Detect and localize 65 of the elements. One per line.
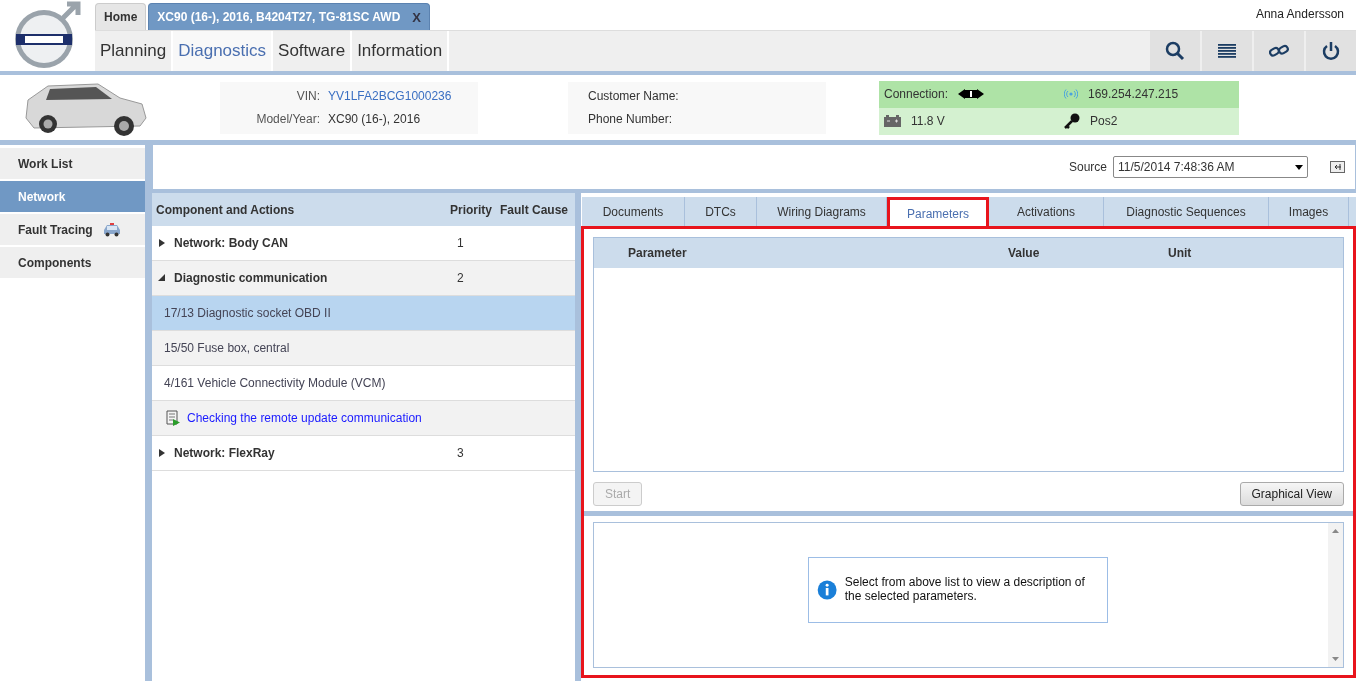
scrollbar[interactable] xyxy=(1328,523,1343,667)
vin-value: YV1LFA2BCG1000236 xyxy=(328,89,453,103)
customer-name-label: Customer Name: xyxy=(588,89,680,103)
info-text: Select from above list to view a description of the selected parameters. xyxy=(844,576,1086,604)
battery-icon xyxy=(884,115,901,127)
model-value: XC90 (16-), 2016 xyxy=(328,112,422,126)
key-icon xyxy=(1064,113,1080,129)
phone-label: Phone Number: xyxy=(588,112,674,126)
menu-button[interactable] xyxy=(1202,31,1252,71)
voltage-text: 11.8 V xyxy=(911,114,945,128)
priority-text: 3 xyxy=(457,446,465,460)
nav-tab[interactable]: Diagnostics xyxy=(173,31,274,71)
priority-text: 1 xyxy=(457,236,465,250)
action-button[interactable]: Graphical View xyxy=(1239,482,1344,506)
ip-address: 169.254.247.215 xyxy=(1088,87,1179,101)
document-tab[interactable]: XC90 (16-), 2016, B4204T27, TG-81SC AWD X xyxy=(148,3,430,30)
column-header: Unit xyxy=(1168,246,1193,260)
user-name: Anna Andersson xyxy=(1255,6,1345,21)
link-button[interactable] xyxy=(1254,31,1304,71)
action-link[interactable]: Checking the remote update communication xyxy=(187,411,422,425)
detail-tab[interactable]: Diagnostic Sequences xyxy=(1104,197,1269,227)
document-icon xyxy=(164,409,181,427)
component-row[interactable]: 15/50 Fuse box, central xyxy=(152,331,575,366)
column-header: Component and Actions xyxy=(156,202,296,217)
vin-label: VIN: xyxy=(295,89,320,103)
detail-tab[interactable]: Parameters xyxy=(887,197,989,227)
priority-text: 2 xyxy=(457,271,465,285)
group-label[interactable]: Network: FlexRay xyxy=(174,446,275,460)
scroll-up-icon[interactable] xyxy=(1332,529,1339,533)
column-header: Priority xyxy=(450,202,493,217)
export-icon[interactable] xyxy=(1330,161,1345,173)
sidebar-item[interactable]: Components xyxy=(0,247,145,278)
source-label: Source xyxy=(1068,160,1107,174)
power-button[interactable] xyxy=(1306,31,1356,71)
connection-label: Connection: xyxy=(884,87,949,101)
search-button[interactable] xyxy=(1150,31,1200,71)
detail-tab[interactable]: Documents xyxy=(582,197,685,227)
ignition-text: Pos2 xyxy=(1090,114,1118,128)
power-icon xyxy=(1322,41,1340,61)
column-header: Value xyxy=(1008,246,1041,260)
document-tab[interactable]: Home xyxy=(95,3,147,30)
caret-icon xyxy=(1295,164,1303,170)
model-label: Model/Year: xyxy=(255,112,320,126)
column-header: Parameter xyxy=(628,246,688,260)
link-icon xyxy=(1269,44,1289,58)
group-label[interactable]: Network: Body CAN xyxy=(174,236,288,250)
action-row[interactable]: Checking the remote update communication xyxy=(152,401,575,436)
source-dropdown[interactable]: 11/5/2014 7:48:36 AM xyxy=(1113,156,1308,178)
group-label[interactable]: Diagnostic communication xyxy=(174,271,328,285)
connector-icon xyxy=(958,88,985,100)
expand-icon[interactable] xyxy=(158,449,166,457)
column-header: Fault Cause xyxy=(500,202,569,217)
sidebar-item[interactable]: Work List xyxy=(0,148,145,179)
close-button[interactable]: X xyxy=(412,9,421,25)
detail-tab[interactable]: Images xyxy=(1269,197,1349,227)
sidebar-item[interactable]: Fault Tracing xyxy=(0,214,145,245)
scroll-down-icon[interactable] xyxy=(1332,657,1339,661)
search-icon xyxy=(1165,41,1185,61)
detail-tab[interactable]: DTCs xyxy=(685,197,757,227)
component-row[interactable]: 17/13 Diagnostic socket OBD II xyxy=(152,296,575,331)
expand-icon[interactable] xyxy=(158,239,166,247)
menu-icon xyxy=(1218,44,1236,58)
wireless-icon xyxy=(1064,89,1078,99)
collapse-icon[interactable] xyxy=(158,274,166,282)
detail-tab[interactable]: Activations xyxy=(989,197,1104,227)
